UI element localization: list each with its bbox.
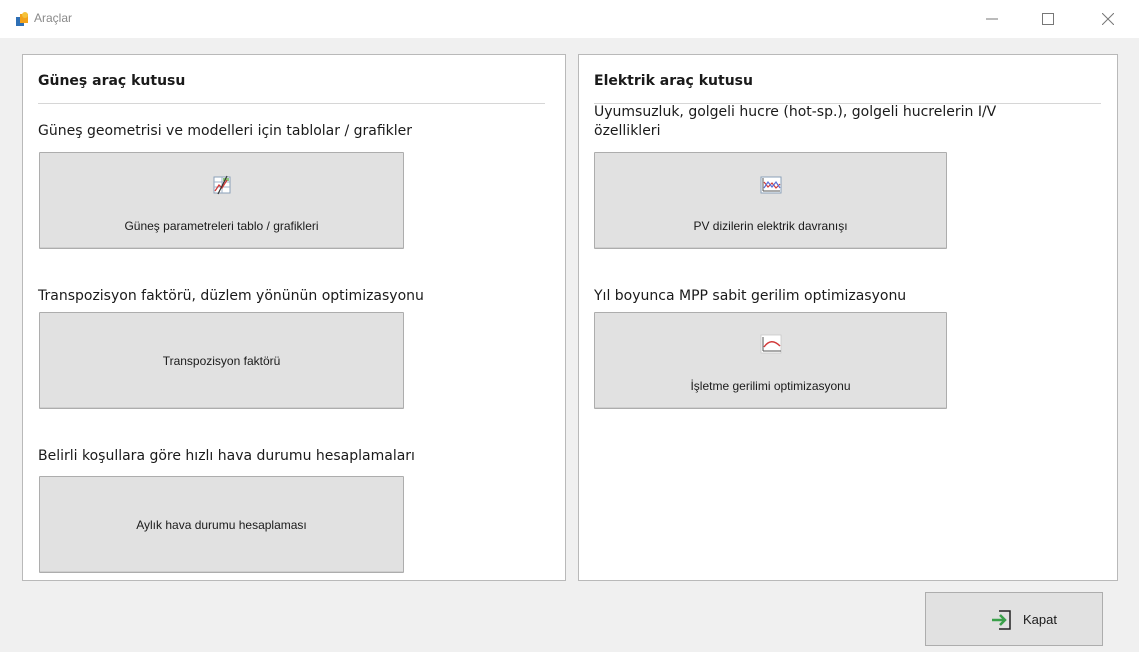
electric-toolbox-panel: Elektrik araç kutusu Uyumsuzluk, golgeli… <box>578 54 1118 581</box>
minimize-icon <box>986 18 998 20</box>
button-label: İşletme gerilimi optimizasyonu <box>690 379 851 393</box>
section-description: Transpozisyon faktörü, düzlem yönünün op… <box>38 288 424 304</box>
solar-toolbox-panel: Güneş araç kutusu Güneş geometrisi ve mo… <box>22 54 566 581</box>
minimize-button[interactable] <box>969 0 1015 38</box>
transposition-factor-button[interactable]: Transpozisyon faktörü <box>39 312 404 409</box>
exit-arrow-icon <box>992 610 1011 630</box>
mpp-curve-icon <box>760 334 781 354</box>
panel-title: Güneş araç kutusu <box>38 73 186 89</box>
maximize-icon <box>1042 13 1054 25</box>
table-chart-icon <box>213 175 230 195</box>
close-button[interactable]: Kapat <box>925 592 1103 646</box>
panel-title: Elektrik araç kutusu <box>594 73 753 89</box>
button-label: Aylık hava durumu hesaplaması <box>136 518 307 532</box>
solar-parameters-button[interactable]: Güneş parametreleri tablo / grafikleri <box>39 152 404 249</box>
section-description-line2: özellikleri <box>594 123 661 139</box>
divider <box>38 103 545 104</box>
monthly-weather-button[interactable]: Aylık hava durumu hesaplaması <box>39 476 404 573</box>
iv-curve-chart-icon <box>760 176 781 194</box>
title-bar: Araçlar <box>0 0 1139 38</box>
app-icon <box>16 12 28 26</box>
window-title: Araçlar <box>34 11 73 25</box>
maximize-button[interactable] <box>1025 0 1071 38</box>
button-label: PV dizilerin elektrik davranışı <box>693 219 848 233</box>
section-description: Belirli koşullara göre hızlı hava durumu… <box>38 448 415 464</box>
pv-electrical-behaviour-button[interactable]: PV dizilerin elektrik davranışı <box>594 152 947 249</box>
button-label: Güneş parametreleri tablo / grafikleri <box>124 219 319 233</box>
section-description: Yıl boyunca MPP sabit gerilim optimizasy… <box>594 288 907 304</box>
close-icon <box>1102 13 1114 25</box>
close-button-label: Kapat <box>1023 612 1057 627</box>
section-description: Güneş geometrisi ve modelleri için tablo… <box>38 123 413 139</box>
button-label: Transpozisyon faktörü <box>162 354 281 368</box>
close-window-button[interactable] <box>1085 0 1131 38</box>
operating-voltage-optimization-button[interactable]: İşletme gerilimi optimizasyonu <box>594 312 947 409</box>
section-description-line1: Uyumsuzluk, golgeli hucre (hot-sp.), gol… <box>594 104 997 120</box>
